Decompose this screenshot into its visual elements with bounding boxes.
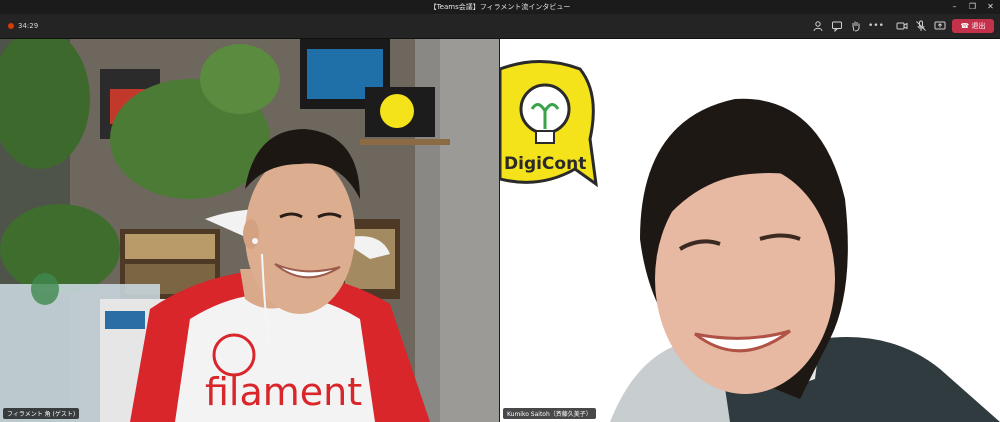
chat-icon[interactable]	[830, 20, 843, 33]
participant-name-label: フィラメント 角 (ゲスト)	[3, 408, 80, 419]
minimize-icon[interactable]: –	[946, 0, 963, 14]
close-icon[interactable]: ✕	[982, 0, 999, 14]
leave-button[interactable]: ☎ 退出	[952, 19, 994, 33]
recording-icon	[8, 23, 14, 29]
title-bar: 【Teams会議】フィラメント流インタビュー – ❐ ✕	[0, 0, 1000, 14]
shirt-logo-text: filament	[205, 370, 362, 414]
meeting-timer: 34:29	[8, 19, 38, 33]
video-tile-2: DigiCont Kumiko Saitoh（斉藤久美子）	[500, 39, 1000, 422]
maximize-icon[interactable]: ❐	[964, 0, 981, 14]
raise-hand-icon[interactable]	[849, 20, 862, 33]
window-title: 【Teams会議】フィラメント流インタビュー	[429, 3, 571, 11]
phone-hangup-icon: ☎	[960, 22, 970, 30]
participant-video-1: filament	[0, 39, 499, 422]
mic-off-icon[interactable]	[914, 20, 927, 33]
camera-icon[interactable]	[895, 20, 908, 33]
share-icon[interactable]	[933, 20, 946, 33]
logo-text: DigiCont	[504, 154, 586, 174]
video-tile-1: filament フィラメント 角 (ゲスト)	[0, 39, 499, 422]
more-icon[interactable]: •••	[868, 20, 884, 33]
people-icon[interactable]	[811, 20, 824, 33]
participant-name-label: Kumiko Saitoh（斉藤久美子）	[503, 408, 596, 419]
meeting-toolbar: 34:29 ••• ☎ 退出	[0, 14, 1000, 39]
participant-video-2: DigiCont	[500, 39, 1000, 422]
